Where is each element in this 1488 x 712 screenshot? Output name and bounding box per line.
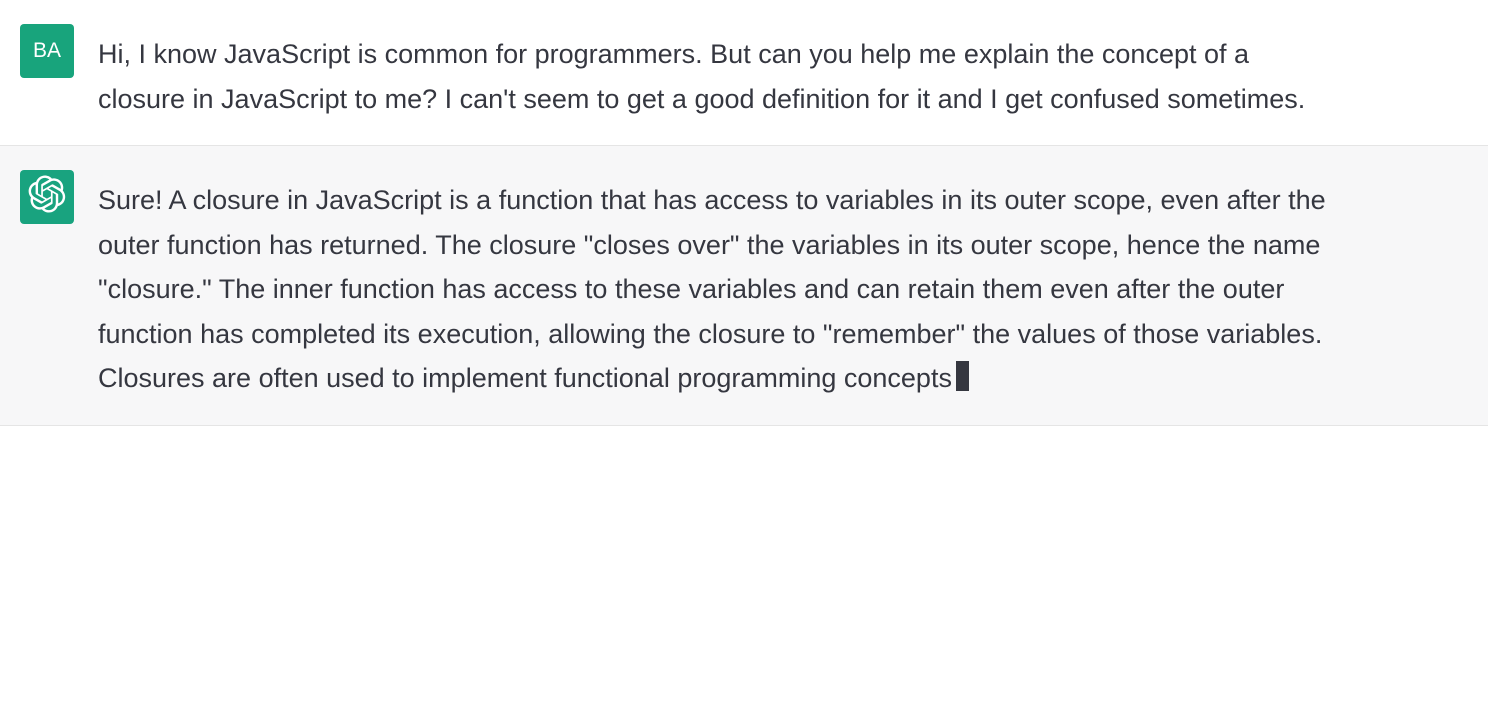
user-avatar-initials: BA: [33, 39, 61, 63]
user-avatar: BA: [20, 24, 74, 78]
assistant-avatar: [20, 170, 74, 224]
assistant-message-text: Sure! A closure in JavaScript is a funct…: [98, 185, 1326, 393]
user-message-content: Hi, I know JavaScript is common for prog…: [98, 24, 1468, 121]
openai-logo-icon: [28, 175, 66, 219]
typing-cursor: [956, 361, 969, 391]
user-message-row: BA Hi, I know JavaScript is common for p…: [0, 0, 1488, 146]
assistant-message-content: Sure! A closure in JavaScript is a funct…: [98, 170, 1468, 401]
assistant-message-row: Sure! A closure in JavaScript is a funct…: [0, 146, 1488, 426]
